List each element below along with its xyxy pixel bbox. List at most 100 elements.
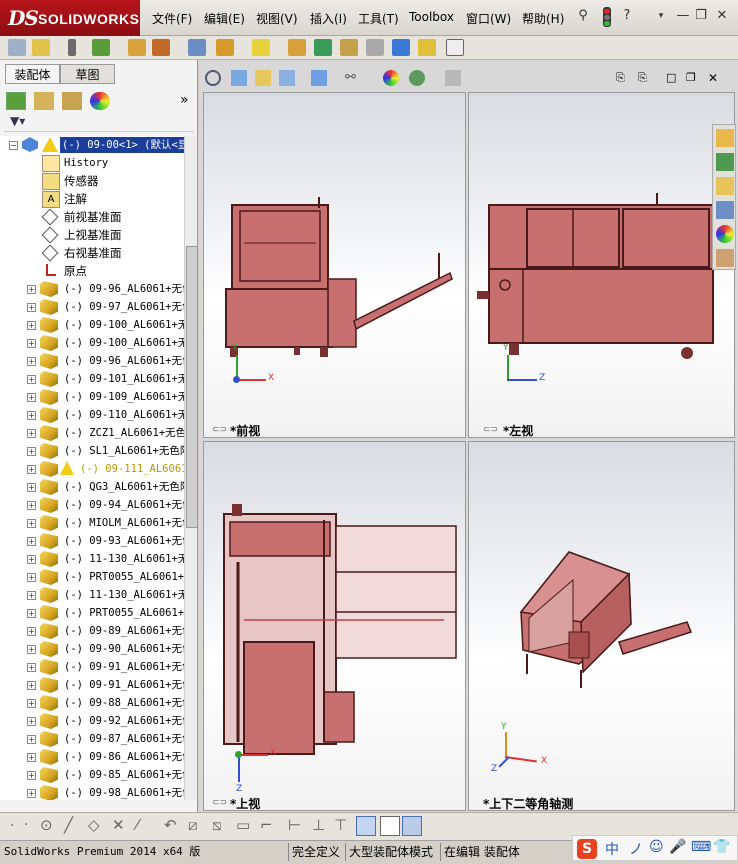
trim-tool-icon[interactable]: ✕: [112, 816, 125, 834]
tree-part-row[interactable]: + (-) 09-96_AL6061+无色: [0, 352, 184, 370]
3d-view-icon[interactable]: [356, 816, 376, 836]
expand-icon[interactable]: +: [27, 465, 36, 474]
menu-toolbox[interactable]: Toolbox: [409, 10, 454, 24]
property-manager-icon[interactable]: [34, 92, 54, 110]
apply-scene-icon[interactable]: [409, 70, 425, 86]
expand-icon[interactable]: +: [27, 609, 36, 618]
tree-top-plane-row[interactable]: 上视基准面: [0, 226, 184, 244]
tree-part-row[interactable]: + (-) 09-86_AL6061+无色: [0, 748, 184, 766]
expand-icon[interactable]: +: [27, 591, 36, 600]
tree-origin-row[interactable]: 原点: [0, 262, 184, 280]
linear-pattern-icon[interactable]: [92, 39, 110, 56]
section-view-icon[interactable]: [279, 70, 295, 86]
zoom-area-icon[interactable]: [231, 70, 247, 86]
expand-icon[interactable]: +: [27, 555, 36, 564]
solidworks-resources-icon[interactable]: [716, 129, 734, 147]
expand-panel-icon[interactable]: »: [180, 92, 194, 110]
four-pane-icon[interactable]: [402, 816, 422, 836]
relation-tool-icon[interactable]: ⊥: [312, 816, 325, 834]
move-component-icon[interactable]: [152, 39, 170, 56]
tree-part-row[interactable]: + (-) ZCZ1_AL6061+无色: [0, 424, 184, 442]
viewport-front[interactable]: Y X ⊂⊃ *前视: [203, 92, 466, 438]
show-hidden-icon[interactable]: [188, 39, 206, 56]
scrollbar-thumb[interactable]: [186, 246, 198, 528]
sketch-point-icon[interactable]: ⋅: [10, 818, 14, 834]
tree-part-row[interactable]: + (-) 09-100_AL6061+无: [0, 334, 184, 352]
tree-part-row[interactable]: + (-) 09-88_AL6061+无色: [0, 694, 184, 712]
expand-icon[interactable]: +: [27, 681, 36, 690]
display-manager-icon[interactable]: [90, 92, 110, 110]
instant3d-icon[interactable]: [392, 39, 410, 56]
close-view-icon[interactable]: ✕: [708, 71, 718, 85]
view-link-icon[interactable]: ⊂⊃: [212, 425, 227, 435]
reference-geometry-icon[interactable]: [252, 39, 270, 56]
sogou-ime-icon[interactable]: S: [577, 839, 597, 859]
filter-bar[interactable]: ▼▾: [4, 114, 194, 132]
tree-root-row[interactable]: − (-) 09-00<1> (默认<显: [0, 136, 184, 154]
tree-part-row[interactable]: + (-) QG3_AL6061+无色阳: [0, 478, 184, 496]
menu-edit[interactable]: 编辑(E): [204, 10, 245, 27]
tile-views-icon[interactable]: ⎘: [638, 71, 647, 85]
view-palette-icon[interactable]: [716, 201, 734, 219]
explode-line-icon[interactable]: [366, 39, 384, 56]
dimension-tool-icon[interactable]: ⊢: [288, 816, 301, 834]
traffic-light-icon[interactable]: [603, 7, 611, 27]
expand-icon[interactable]: +: [27, 429, 36, 438]
tree-part-row[interactable]: + (-) PRT0055_AL6061+无: [0, 604, 184, 622]
link-views-icon[interactable]: ⎘: [616, 71, 625, 85]
menu-file[interactable]: 文件(F): [152, 10, 192, 27]
tree-part-row[interactable]: + (-) 09-98_AL6061+无色: [0, 784, 184, 800]
ime-mode-label[interactable]: 中: [605, 839, 619, 859]
tree-part-row[interactable]: + (-) 09-85_AL6061+无色: [0, 766, 184, 784]
tree-part-row[interactable]: + (-) 09-93_AL6061+无色: [0, 532, 184, 550]
tree-part-row[interactable]: + (-) 09-101_AL6061+无: [0, 370, 184, 388]
offset-tool-icon[interactable]: ↶: [164, 816, 177, 834]
exploded-view-icon[interactable]: [340, 39, 358, 56]
single-pane-icon[interactable]: [380, 816, 400, 836]
expand-icon[interactable]: +: [27, 771, 36, 780]
insert-component-icon[interactable]: [8, 39, 26, 56]
tree-part-row[interactable]: + (-) 09-97_AL6061+无色: [0, 298, 184, 316]
new-motion-study-icon[interactable]: [288, 39, 306, 56]
help-icon[interactable]: ?: [619, 8, 635, 24]
tab-assembly[interactable]: 装配体: [5, 64, 60, 84]
tree-scrollbar[interactable]: [184, 136, 198, 800]
restore-icon[interactable]: ❐: [693, 8, 709, 24]
expand-icon[interactable]: +: [27, 501, 36, 510]
tree-part-row[interactable]: + (-) 09-89_AL6061+无色: [0, 622, 184, 640]
rectangle-tool-icon[interactable]: ▭: [236, 816, 250, 834]
expand-icon[interactable]: +: [27, 411, 36, 420]
configuration-manager-icon[interactable]: [62, 92, 82, 110]
viewport-top[interactable]: Z X ⊂⊃ *上视: [203, 441, 466, 811]
expand-icon[interactable]: +: [27, 375, 36, 384]
collapse-icon[interactable]: −: [9, 141, 18, 150]
appearances-icon[interactable]: [716, 225, 734, 243]
custom-properties-icon[interactable]: [716, 249, 734, 267]
expand-icon[interactable]: +: [27, 303, 36, 312]
solidworks-logo[interactable]: DS SOLIDWORKS: [0, 0, 140, 36]
sketch-dot-icon[interactable]: ·: [24, 817, 28, 833]
expand-icon[interactable]: +: [27, 285, 36, 294]
expand-icon[interactable]: +: [27, 663, 36, 672]
view-link-icon[interactable]: ⊂⊃: [212, 798, 227, 808]
expand-icon[interactable]: +: [27, 483, 36, 492]
expand-icon[interactable]: +: [27, 321, 36, 330]
expand-icon[interactable]: +: [27, 645, 36, 654]
zoom-to-fit-icon[interactable]: [205, 70, 221, 86]
tshirt-icon[interactable]: 👕: [713, 839, 730, 855]
expand-icon[interactable]: +: [27, 393, 36, 402]
pin-icon[interactable]: ⚲: [575, 8, 591, 24]
tree-part-row[interactable]: + (-) 09-96_AL6061+无色: [0, 280, 184, 298]
tree-part-row[interactable]: + (-) 11-130_AL6061+无: [0, 586, 184, 604]
tree-annotations-row[interactable]: A 注解: [0, 190, 184, 208]
tree-part-row[interactable]: + (-) 11-130_AL6061+无: [0, 550, 184, 568]
expand-icon[interactable]: +: [27, 789, 36, 798]
viewport-left[interactable]: Y Z ⊂⊃ *左视: [468, 92, 735, 438]
tree-front-plane-row[interactable]: 前视基准面: [0, 208, 184, 226]
expand-icon[interactable]: +: [27, 357, 36, 366]
speedpak-icon[interactable]: [446, 39, 464, 56]
tree-part-row[interactable]: + (-) PRT0055_AL6061+无: [0, 568, 184, 586]
tree-part-row[interactable]: + (-) 09-92_AL6061+无色: [0, 712, 184, 730]
view-settings-icon[interactable]: [445, 70, 461, 86]
assembly-features-icon[interactable]: [216, 39, 234, 56]
